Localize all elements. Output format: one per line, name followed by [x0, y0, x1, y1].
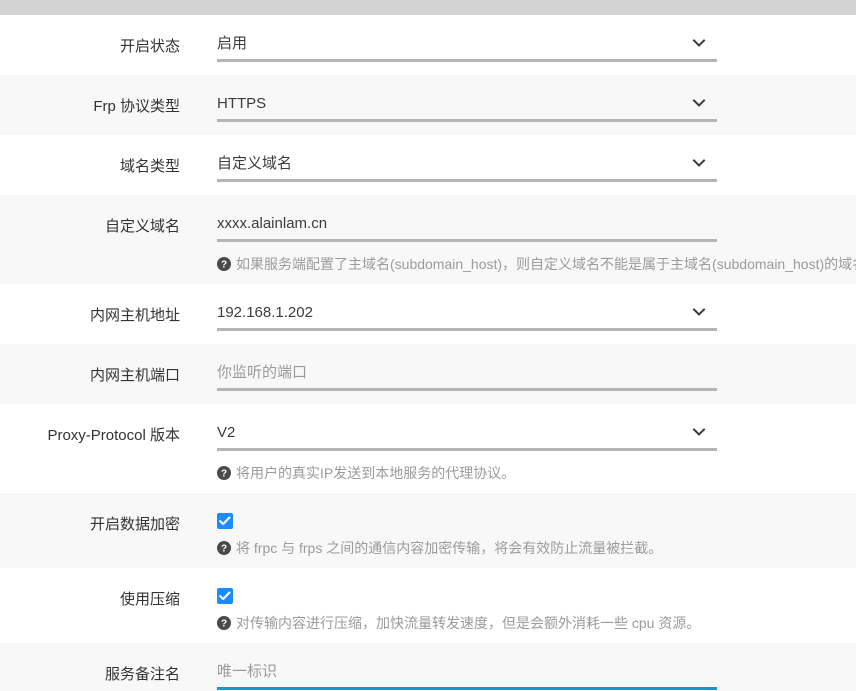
field-label: 服务备注名	[104, 666, 180, 683]
form-row-服务备注名: 服务备注名唯一标识?确保备注名唯一	[0, 643, 856, 691]
field-hint: ? 将用户的真实IP发送到本地服务的代理协议。	[217, 463, 856, 483]
field-label: 自定义域名	[104, 218, 180, 235]
form-row-开启数据加密: 开启数据加密? 将 frpc 与 frps 之间的通信内容加密传输，将会有效防止流…	[0, 493, 856, 568]
field-label: Proxy-Protocol 版本	[47, 427, 180, 444]
field-placeholder: 唯一标识	[217, 663, 278, 680]
select-proxy-protocol-版本[interactable]: V2	[217, 418, 717, 454]
field-value: 启用	[217, 35, 248, 52]
field-label: Frp 协议类型	[93, 98, 180, 115]
field-underline	[217, 328, 717, 331]
select-开启状态[interactable]: 启用	[217, 29, 717, 65]
checkbox-使用压缩[interactable]	[217, 588, 233, 604]
field-label: 使用压缩	[119, 591, 180, 608]
select-域名类型[interactable]: 自定义域名	[217, 149, 717, 185]
field-underline	[217, 239, 717, 242]
field-underline	[217, 59, 717, 62]
frp-settings-form: 开启状态 启用 Frp 协议类型 HTTPS 域名类型 自定义域名 自定义域名 xxxx.al…	[0, 15, 856, 691]
field-label: 内网主机端口	[89, 367, 180, 384]
help-circle-icon: ?	[217, 257, 231, 271]
field-placeholder: 你监听的端口	[217, 364, 308, 381]
hint-text: 如果服务端配置了主域名(subdomain_host)，则自定义域名不能是属于主…	[236, 256, 856, 272]
field-underline	[217, 388, 717, 391]
svg-text:?: ?	[221, 619, 227, 630]
checkmark-icon	[219, 591, 231, 600]
field-value: HTTPS	[217, 95, 267, 112]
form-row-内网主机地址: 内网主机地址 192.168.1.202	[0, 284, 856, 344]
field-area: ? 对传输内容进行压缩，加快流量转发速度，但是会额外消耗一些 cpu 资源。	[180, 568, 856, 643]
field-underline	[217, 179, 717, 182]
input-内网主机端口[interactable]: 你监听的端口	[217, 358, 717, 394]
field-area: ? 将 frpc 与 frps 之间的通信内容加密传输，将会有效防止流量被拦截。	[180, 493, 856, 568]
form-row-开启状态: 开启状态 启用	[0, 15, 856, 75]
field-hint: ? 将 frpc 与 frps 之间的通信内容加密传输，将会有效防止流量被拦截。	[217, 538, 856, 558]
field-value: xxxx.alainlam.cn	[217, 215, 328, 232]
svg-text:?: ?	[221, 544, 227, 555]
input-自定义域名[interactable]: xxxx.alainlam.cn	[217, 209, 717, 245]
svg-text:?: ?	[221, 469, 227, 480]
select-frp-协议类型[interactable]: HTTPS	[217, 89, 717, 125]
form-row-域名类型: 域名类型 自定义域名	[0, 135, 856, 195]
field-area: 启用	[180, 15, 856, 75]
svg-text:?: ?	[221, 260, 227, 271]
form-row-frp-协议类型: Frp 协议类型 HTTPS	[0, 75, 856, 135]
field-label: 内网主机地址	[89, 307, 180, 324]
field-value: V2	[217, 424, 236, 441]
checkbox-开启数据加密[interactable]	[217, 513, 233, 529]
field-area: HTTPS	[180, 75, 856, 135]
field-area: 唯一标识?确保备注名唯一	[180, 643, 856, 691]
field-value: 192.168.1.202	[217, 304, 313, 321]
checkmark-icon	[219, 516, 231, 525]
form-row-使用压缩: 使用压缩? 对传输内容进行压缩，加快流量转发速度，但是会额外消耗一些 cpu 资源…	[0, 568, 856, 643]
field-label: 域名类型	[119, 158, 180, 175]
field-label: 开启状态	[119, 38, 180, 55]
field-area: 你监听的端口	[180, 344, 856, 404]
help-circle-icon: ?	[217, 541, 231, 555]
field-area: 自定义域名	[180, 135, 856, 195]
field-area: xxxx.alainlam.cn? 如果服务端配置了主域名(subdomain_h…	[180, 195, 856, 284]
field-area: 192.168.1.202	[180, 284, 856, 344]
top-strip	[0, 0, 856, 15]
form-row-proxy-protocol-版本: Proxy-Protocol 版本 V2? 将用户的真实IP发送到本地服务的代理协议…	[0, 404, 856, 493]
field-area: V2? 将用户的真实IP发送到本地服务的代理协议。	[180, 404, 856, 493]
input-服务备注名[interactable]: 唯一标识	[217, 657, 717, 691]
help-circle-icon: ?	[217, 466, 231, 480]
field-underline	[217, 687, 717, 690]
field-value: 自定义域名	[217, 155, 293, 172]
hint-text: 对传输内容进行压缩，加快流量转发速度，但是会额外消耗一些 cpu 资源。	[236, 615, 701, 631]
field-label: 开启数据加密	[89, 516, 180, 533]
hint-text: 将用户的真实IP发送到本地服务的代理协议。	[236, 465, 516, 481]
field-hint: ? 如果服务端配置了主域名(subdomain_host)，则自定义域名不能是属于…	[217, 254, 856, 274]
field-underline	[217, 448, 717, 451]
field-underline	[217, 119, 717, 122]
form-row-自定义域名: 自定义域名 xxxx.alainlam.cn? 如果服务端配置了主域名(subdom…	[0, 195, 856, 284]
select-内网主机地址[interactable]: 192.168.1.202	[217, 298, 717, 334]
field-hint: ? 对传输内容进行压缩，加快流量转发速度，但是会额外消耗一些 cpu 资源。	[217, 613, 856, 633]
help-circle-icon: ?	[217, 616, 231, 630]
form-row-内网主机端口: 内网主机端口 你监听的端口	[0, 344, 856, 404]
settings-form-page: 开启状态 启用 Frp 协议类型 HTTPS 域名类型 自定义域名 自定义域名 xxxx.al…	[0, 0, 856, 691]
hint-text: 将 frpc 与 frps 之间的通信内容加密传输，将会有效防止流量被拦截。	[236, 540, 663, 556]
